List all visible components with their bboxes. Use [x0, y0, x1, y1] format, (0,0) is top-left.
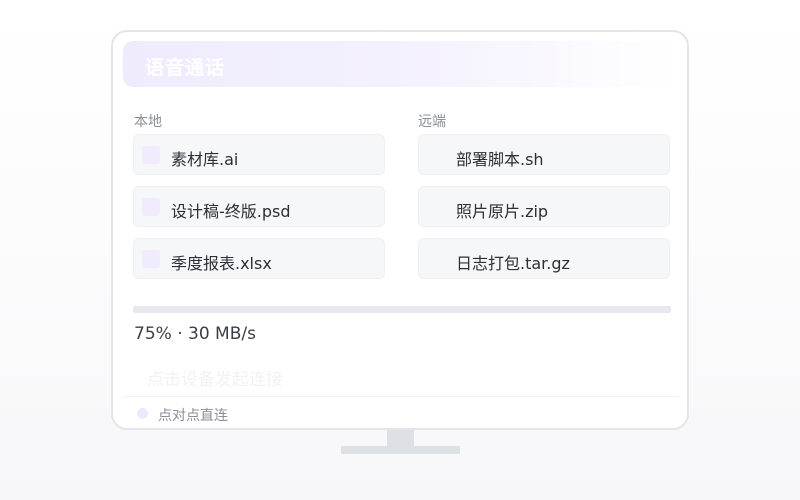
monitor-frame: 语音通话 本地 远端 素材库.ai 设计稿-终版.psd 季度报表.xlsx 部…	[111, 30, 689, 430]
connect-hint[interactable]: 点击设备发起连接	[147, 365, 283, 390]
app-title: 语音通话	[145, 57, 226, 79]
local-column-label: 本地	[134, 114, 162, 130]
remote-file-item[interactable]: 日志打包.tar.gz	[418, 238, 670, 279]
status-dot-icon	[137, 408, 148, 419]
local-file-item[interactable]: 设计稿-终版.psd	[133, 186, 385, 227]
transfer-progress-fill	[133, 306, 537, 313]
file-name: 部署脚本.sh	[456, 150, 544, 169]
local-file-item[interactable]: 季度报表.xlsx	[133, 238, 385, 279]
monitor-stand-base	[341, 446, 460, 454]
remote-file-list: 部署脚本.sh 照片原片.zip 日志打包.tar.gz	[418, 134, 670, 290]
file-icon	[142, 198, 160, 216]
connection-mode-label: 点对点直连	[158, 408, 228, 424]
footer-divider	[123, 396, 679, 397]
transfer-status: 75% · 30 MB/s	[134, 324, 256, 344]
file-icon	[142, 250, 160, 268]
local-file-item[interactable]: 素材库.ai	[133, 134, 385, 175]
app-header: 语音通话	[123, 41, 679, 87]
file-name: 季度报表.xlsx	[171, 254, 272, 273]
file-icon	[142, 146, 160, 164]
file-name: 照片原片.zip	[456, 202, 549, 221]
remote-file-item[interactable]: 部署脚本.sh	[418, 134, 670, 175]
transfer-progress-bar	[133, 306, 671, 313]
file-name: 素材库.ai	[171, 150, 239, 169]
file-name: 日志打包.tar.gz	[456, 254, 570, 273]
remote-file-item[interactable]: 照片原片.zip	[418, 186, 670, 227]
remote-column-label: 远端	[418, 114, 446, 130]
file-name: 设计稿-终版.psd	[171, 202, 291, 221]
monitor-stand-neck	[387, 430, 414, 446]
local-file-list: 素材库.ai 设计稿-终版.psd 季度报表.xlsx	[133, 134, 385, 290]
